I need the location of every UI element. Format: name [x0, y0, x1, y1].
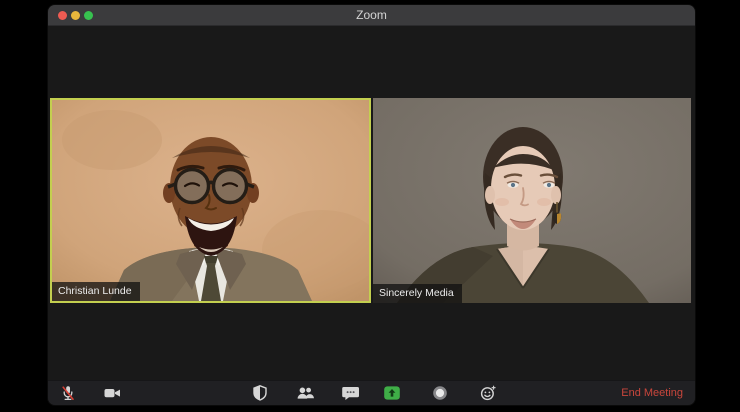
participant-name-label: Christian Lunde — [52, 282, 140, 301]
window-title: Zoom — [356, 8, 387, 22]
participants-button[interactable] — [291, 382, 319, 404]
participant-video-portrait — [373, 98, 691, 303]
shield-icon — [253, 385, 267, 401]
record-button[interactable] — [426, 382, 454, 404]
share-screen-icon — [384, 386, 400, 400]
video-grid: Christian Lunde Sincerely Media — [48, 26, 695, 381]
mic-muted-icon — [62, 386, 74, 401]
camera-icon — [104, 389, 120, 398]
start-video-button[interactable] — [98, 382, 126, 404]
video-tile-sincerely-media[interactable]: Sincerely Media — [373, 98, 691, 303]
reactions-icon — [480, 385, 496, 401]
mute-button[interactable] — [54, 382, 82, 404]
record-icon — [433, 386, 447, 400]
chat-icon — [342, 387, 359, 400]
meeting-toolbar: End Meeting — [48, 380, 695, 405]
video-tile-christian-lunde[interactable]: Christian Lunde — [50, 98, 371, 303]
reactions-button[interactable] — [474, 382, 502, 404]
end-meeting-button[interactable]: End Meeting — [621, 381, 683, 405]
participants-icon — [297, 387, 314, 399]
zoom-window: Zoom Christian Lunde Sincerely Media End… — [48, 5, 695, 405]
participant-video-portrait — [52, 100, 369, 301]
chat-button[interactable] — [336, 382, 364, 404]
security-button[interactable] — [246, 382, 274, 404]
participant-name-label: Sincerely Media — [373, 284, 462, 303]
title-bar: Zoom — [48, 5, 695, 26]
share-screen-button[interactable] — [378, 382, 406, 404]
